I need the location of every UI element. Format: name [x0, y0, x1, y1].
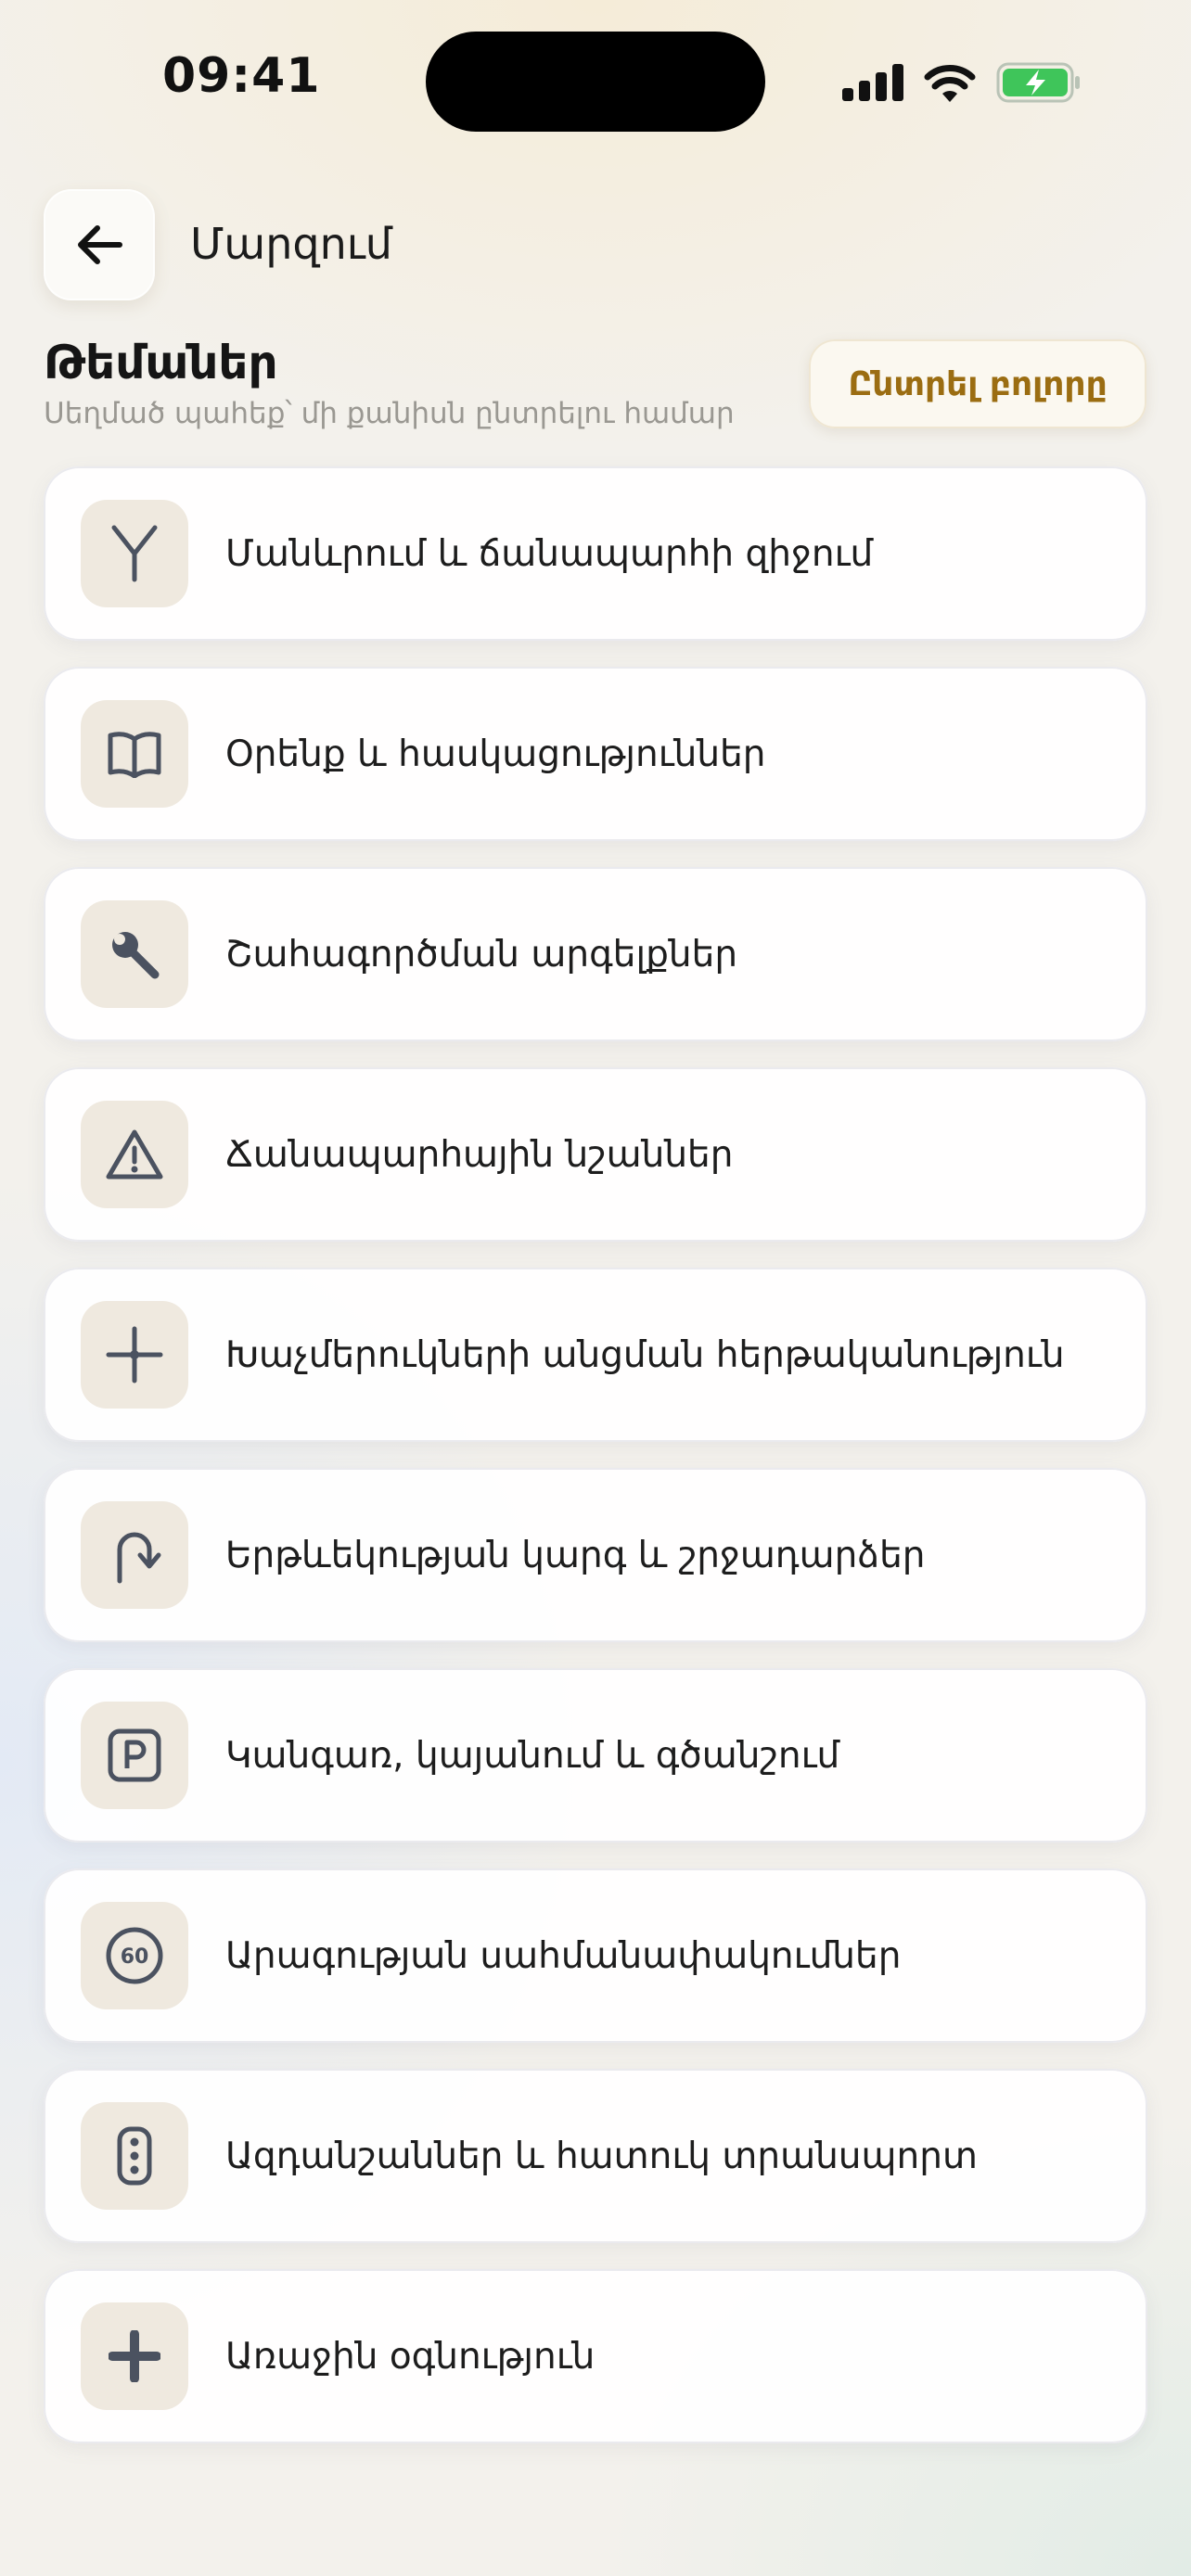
topic-card-law[interactable]: Օրենք և հասկացություններ: [44, 667, 1147, 841]
topic-card-speed-limits[interactable]: 60 Արագության սահմանափակումներ: [44, 1868, 1147, 2043]
topic-card-traffic-order[interactable]: Երթևեկության կարգ և շրջադարձեր: [44, 1468, 1147, 1642]
plus-icon: [81, 2302, 188, 2410]
topic-label: Շահագործման արգելքներ: [225, 933, 738, 976]
topic-label: Ազդանշաններ և հատուկ տրանսպորտ: [225, 2135, 978, 2177]
topic-card-intersections[interactable]: Խաչմերուկների անցման հերթականություն: [44, 1268, 1147, 1442]
topic-label: Խաչմերուկների անցման հերթականություն: [225, 1333, 1065, 1376]
topic-label: Արագության սահմանափակումներ: [225, 1934, 902, 1977]
topic-label: Ճանապարհային նշաններ: [225, 1133, 734, 1176]
topic-card-road-signs[interactable]: Ճանապարհային նշաններ: [44, 1067, 1147, 1242]
dynamic-island: [426, 32, 765, 132]
topic-card-operation-bans[interactable]: Շահագործման արգելքներ: [44, 867, 1147, 1041]
topic-card-maneuvering[interactable]: Մանևրում և ճանապարհի զիջում: [44, 466, 1147, 641]
book-icon: [81, 700, 188, 808]
topic-label: Առաջին օգնություն: [225, 2335, 596, 2378]
status-icons: [842, 59, 1082, 106]
cellular-signal-icon: [842, 64, 903, 101]
page-title: Մարզում: [190, 219, 392, 269]
topic-label: Օրենք և հասկացություններ: [225, 733, 766, 775]
back-button[interactable]: [44, 189, 155, 300]
status-time: 09:41: [162, 48, 321, 104]
section-title: Թեմաներ: [44, 336, 278, 389]
u-turn-icon: [81, 1501, 188, 1609]
arrow-left-icon: [78, 225, 122, 264]
topic-label: Մանևրում և ճանապարհի զիջում: [225, 532, 874, 575]
topic-label: Երթևեկության կարգ և շրջադարձեր: [225, 1534, 926, 1576]
speed-limit-icon: 60: [81, 1902, 188, 2009]
select-all-button[interactable]: Ընտրել բոլորը: [809, 339, 1146, 428]
battery-charging-icon: [996, 62, 1080, 103]
traffic-light-icon: [81, 2102, 188, 2210]
wifi-icon: [924, 65, 976, 102]
fork-icon: [81, 500, 188, 607]
topic-card-first-aid[interactable]: Առաջին օգնություն: [44, 2269, 1147, 2443]
topic-label: Կանգառ, կայանում և գծանշում: [225, 1734, 840, 1777]
topic-card-signals[interactable]: Ազդանշաններ և հատուկ տրանսպորտ: [44, 2069, 1147, 2243]
parking-icon: [81, 1702, 188, 1809]
topic-card-parking[interactable]: Կանգառ, կայանում և գծանշում: [44, 1668, 1147, 1843]
crossroads-icon: [81, 1301, 188, 1409]
speed-limit-value: 60: [121, 1945, 149, 1969]
warning-triangle-icon: [81, 1101, 188, 1208]
section-subtitle: Սեղմած պահեք՝ մի քանիսն ընտրելու համար: [44, 397, 735, 430]
wrench-icon: [81, 900, 188, 1008]
status-bar: 09:41: [0, 0, 1191, 158]
